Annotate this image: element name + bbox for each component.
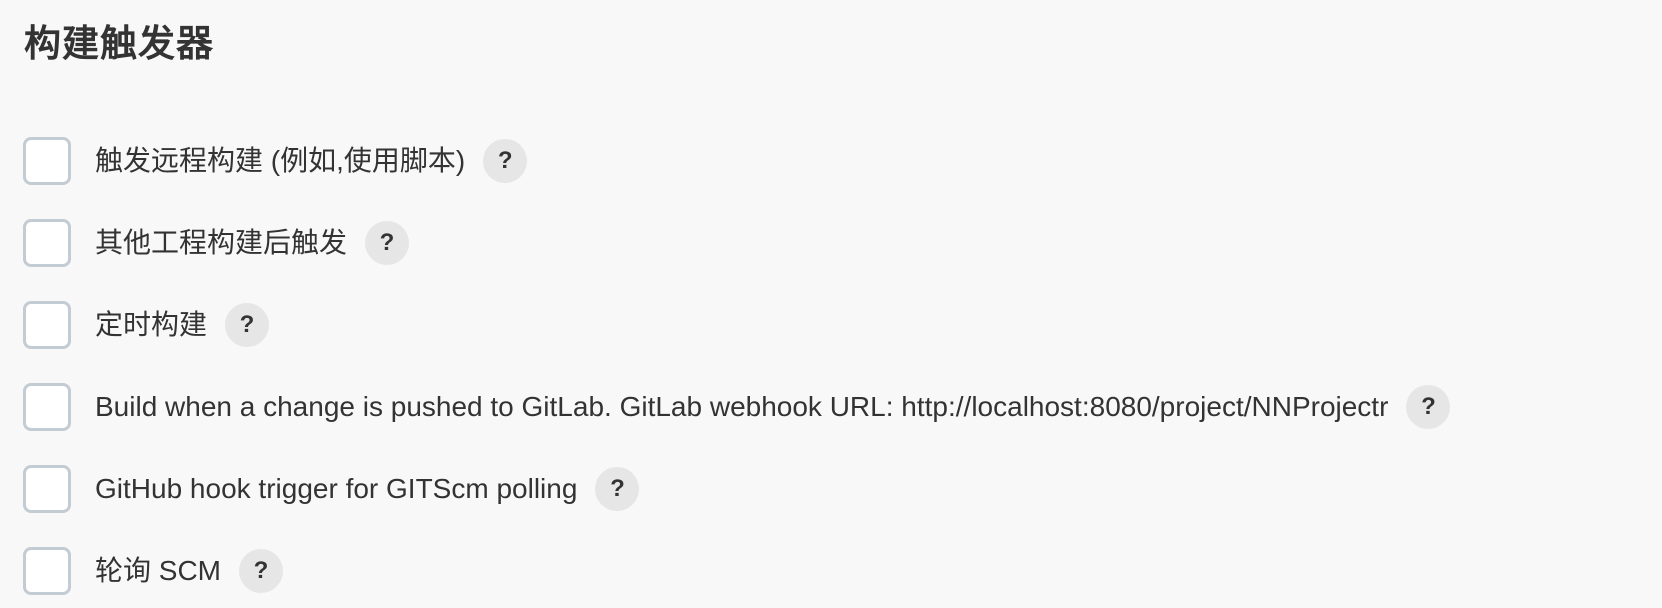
build-triggers-section: 构建触发器 触发远程构建 (例如,使用脚本) ? 其他工程构建后触发 ? 定时构… xyxy=(0,0,1662,608)
trigger-github-hook-label[interactable]: GitHub hook trigger for GITScm polling xyxy=(95,469,577,509)
build-trigger-list: 触发远程构建 (例如,使用脚本) ? 其他工程构建后触发 ? 定时构建 ? Bu… xyxy=(23,137,1451,595)
trigger-after-other-projects-option: 其他工程构建后触发 ? xyxy=(23,219,1450,267)
help-icon[interactable]: ? xyxy=(1406,385,1451,429)
trigger-periodic-build-option: 定时构建 ? xyxy=(23,301,1450,349)
help-icon[interactable]: ? xyxy=(239,549,284,593)
trigger-gitlab-push-option: Build when a change is pushed to GitLab.… xyxy=(23,383,1451,431)
help-icon[interactable]: ? xyxy=(225,303,270,347)
help-icon[interactable]: ? xyxy=(483,139,528,183)
trigger-after-other-projects-checkbox[interactable] xyxy=(23,219,71,267)
trigger-remote-build-label[interactable]: 触发远程构建 (例如,使用脚本) xyxy=(95,141,465,181)
trigger-poll-scm-checkbox[interactable] xyxy=(23,547,71,595)
trigger-poll-scm-label[interactable]: 轮询 SCM xyxy=(95,551,221,591)
trigger-after-other-projects-label[interactable]: 其他工程构建后触发 xyxy=(95,223,347,263)
trigger-gitlab-push-label[interactable]: Build when a change is pushed to GitLab.… xyxy=(95,387,1388,427)
trigger-remote-build-option: 触发远程构建 (例如,使用脚本) ? xyxy=(23,137,1450,185)
section-title: 构建触发器 xyxy=(24,23,214,64)
trigger-periodic-build-checkbox[interactable] xyxy=(23,301,71,349)
trigger-github-hook-checkbox[interactable] xyxy=(23,465,71,513)
trigger-poll-scm-option: 轮询 SCM ? xyxy=(23,547,1450,595)
trigger-github-hook-option: GitHub hook trigger for GITScm polling ? xyxy=(23,465,1450,513)
trigger-remote-build-checkbox[interactable] xyxy=(23,137,71,185)
trigger-periodic-build-label[interactable]: 定时构建 xyxy=(95,305,207,345)
help-icon[interactable]: ? xyxy=(595,467,640,511)
help-icon[interactable]: ? xyxy=(365,221,410,265)
trigger-gitlab-push-checkbox[interactable] xyxy=(23,383,71,431)
